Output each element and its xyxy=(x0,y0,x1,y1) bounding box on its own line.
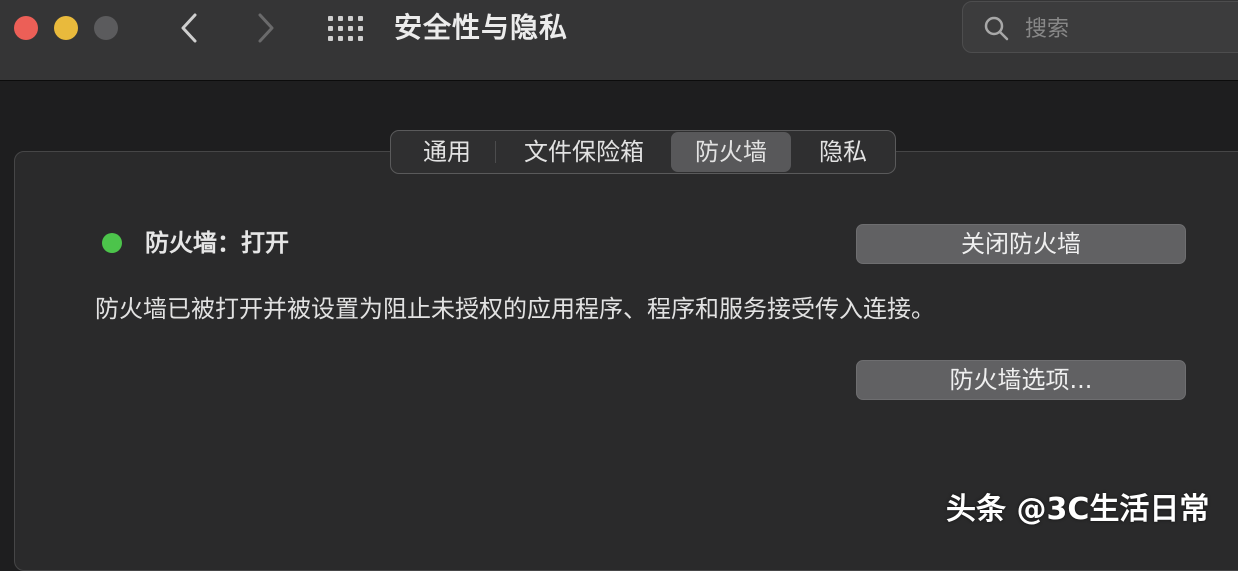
back-button[interactable] xyxy=(175,10,205,46)
firewall-options-button[interactable]: 防火墙选项... xyxy=(856,360,1186,400)
search-icon xyxy=(984,16,1009,41)
firewall-status-label: 防火墙：打开 xyxy=(145,229,289,257)
chevron-right-icon xyxy=(258,13,274,43)
chevron-left-icon xyxy=(181,13,197,43)
firewall-status-indicator xyxy=(102,233,122,253)
tab-privacy[interactable]: 隐私 xyxy=(795,132,891,172)
title-bar: 安全性与隐私 xyxy=(0,0,1238,81)
watermark-text: 头条 @3C生活日常 xyxy=(946,492,1210,527)
window-title: 安全性与隐私 xyxy=(394,11,569,44)
tab-separator xyxy=(495,141,496,163)
firewall-description: 防火墙已被打开并被设置为阻止未授权的应用程序、程序和服务接受传入连接。 xyxy=(95,295,935,323)
search-field[interactable] xyxy=(962,1,1238,53)
tab-firewall[interactable]: 防火墙 xyxy=(671,132,791,172)
search-input[interactable] xyxy=(1023,12,1227,46)
forward-button[interactable] xyxy=(250,10,280,46)
turn-off-firewall-button[interactable]: 关闭防火墙 xyxy=(856,224,1186,264)
show-all-button[interactable] xyxy=(327,14,363,44)
close-window-button[interactable] xyxy=(14,16,38,40)
tab-filevault[interactable]: 文件保险箱 xyxy=(497,132,671,172)
tab-general[interactable]: 通用 xyxy=(399,132,495,172)
zoom-window-button xyxy=(94,16,118,40)
grid-icon xyxy=(328,16,363,41)
tab-bar: 通用 文件保险箱 防火墙 隐私 xyxy=(390,130,896,174)
minimize-window-button[interactable] xyxy=(54,16,78,40)
